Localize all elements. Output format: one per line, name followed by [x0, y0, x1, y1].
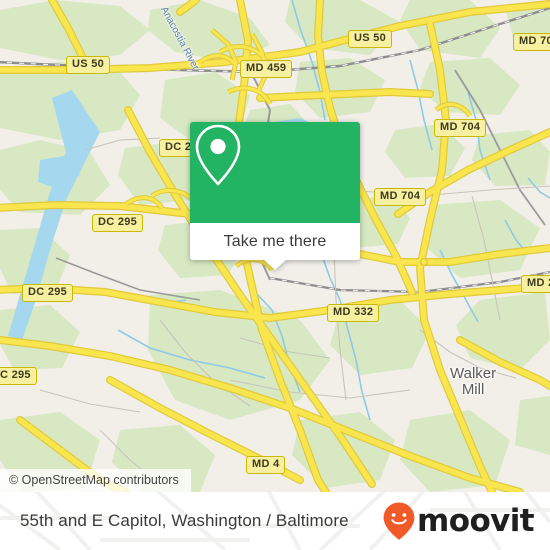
footer-bar: 55th and E Capitol, Washington / Baltimo… — [0, 492, 550, 550]
popup-tail — [264, 260, 286, 270]
location-title: 55th and E Capitol, Washington / Baltimo… — [20, 511, 349, 530]
road-shield: MD 4 — [246, 456, 286, 474]
map-canvas[interactable]: US 50 MD 459 US 50 MD 704 MD 70 DC 2 MD … — [0, 0, 550, 492]
road-shield: C 295 — [0, 367, 37, 385]
moovit-logo[interactable]: moovit — [382, 501, 535, 541]
road-shield: MD 459 — [240, 60, 293, 78]
road-shield: MD 21 — [521, 275, 550, 293]
location-popup-card[interactable]: Take me there — [190, 122, 360, 270]
road-shield: MD 332 — [327, 304, 380, 322]
road-shield: MD 70 — [513, 33, 550, 51]
road-shield: DC 295 — [22, 284, 74, 302]
osm-attribution[interactable]: © OpenStreetMap contributors — [0, 469, 191, 492]
popup-pin-area — [190, 122, 360, 223]
road-shield: US 50 — [66, 56, 111, 74]
road-shield: US 50 — [348, 30, 393, 48]
popup-action-bar[interactable]: Take me there — [190, 223, 360, 270]
road-shield: MD 704 — [374, 188, 427, 206]
road-shield: MD 704 — [434, 119, 487, 137]
road-shield: DC 295 — [92, 214, 144, 232]
moovit-map-screen: US 50 MD 459 US 50 MD 704 MD 70 DC 2 MD … — [0, 0, 550, 550]
take-me-there-label: Take me there — [223, 232, 327, 250]
map-pin-icon — [195, 124, 241, 186]
moovit-wordmark: moovit — [417, 502, 535, 539]
moovit-pin-smiley-icon — [383, 502, 415, 540]
